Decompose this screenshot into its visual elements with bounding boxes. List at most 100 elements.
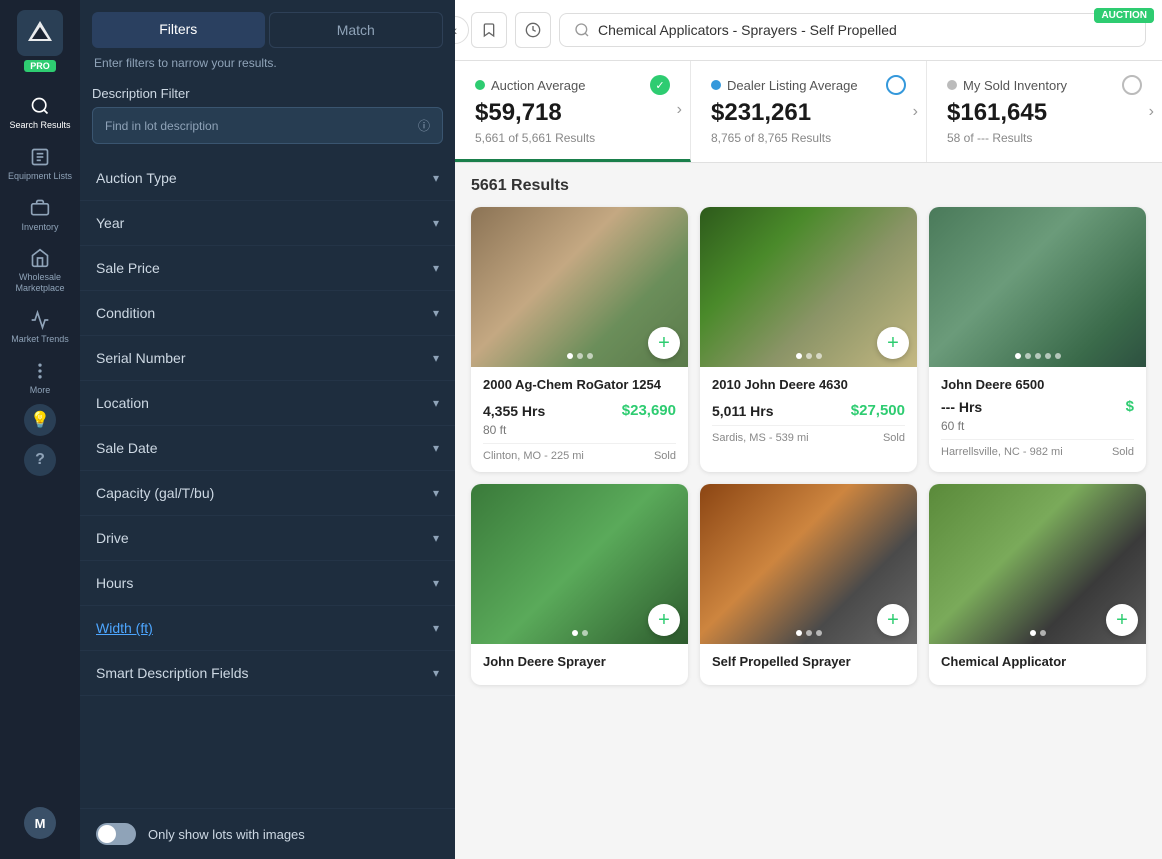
add-to-list-button[interactable]: + (877, 327, 909, 359)
filter-capacity[interactable]: Capacity (gal/T/bu) ▾ (80, 471, 455, 516)
filter-serial-number[interactable]: Serial Number ▾ (80, 336, 455, 381)
chevron-right-icon[interactable]: › (677, 101, 682, 119)
search-input-container[interactable]: Chemical Applicators - Sprayers - Self P… (559, 13, 1146, 47)
sidebar-item-inventory[interactable]: Inventory (0, 190, 80, 241)
equipment-card[interactable]: + 2000 Ag-Chem RoGator 1254 AUCTION 4,35… (471, 207, 688, 472)
equipment-card[interactable]: + 2010 John Deere 4630 AUCTION 5,011 Hrs… (700, 207, 917, 472)
dot (587, 353, 593, 359)
card-footer: Harrellsville, NC - 982 mi Sold (941, 439, 1134, 458)
metric-title: Dealer Listing Average (727, 78, 858, 93)
filter-sale-price[interactable]: Sale Price ▾ (80, 246, 455, 291)
chevron-down-icon: ▾ (433, 441, 439, 455)
add-to-list-button[interactable]: + (648, 604, 680, 636)
sidebar-item-label: More (30, 385, 51, 396)
dot-blue-icon (711, 80, 721, 90)
tab-filters[interactable]: Filters (92, 12, 265, 48)
metric-card-auction-average[interactable]: Auction Average ✓ $59,718 5,661 of 5,661… (455, 61, 691, 162)
pro-badge: PRO (24, 60, 56, 72)
add-to-list-button[interactable]: + (877, 604, 909, 636)
filter-label: Sale Date (96, 440, 157, 456)
toggle-knob (98, 825, 116, 843)
chevron-down-icon: ▾ (433, 576, 439, 590)
tab-match[interactable]: Match (269, 12, 444, 48)
card-width: 80 ft (483, 423, 676, 437)
dot-gray-icon (947, 80, 957, 90)
card-body: 2010 John Deere 4630 AUCTION 5,011 Hrs $… (700, 367, 917, 454)
chevron-down-icon: ▾ (433, 171, 439, 185)
filter-location[interactable]: Location ▾ (80, 381, 455, 426)
filter-sale-date[interactable]: Sale Date ▾ (80, 426, 455, 471)
search-icon (574, 22, 590, 38)
dot (816, 630, 822, 636)
metric-card-dealer-listing-average[interactable]: Dealer Listing Average $231,261 8,765 of… (691, 61, 927, 162)
filter-drive[interactable]: Drive ▾ (80, 516, 455, 561)
card-hours: 4,355 Hrs (483, 403, 545, 419)
check-outline-icon (886, 75, 906, 95)
help-button[interactable]: ? (24, 444, 56, 476)
description-filter-input[interactable]: Find in lot description ⓘ (92, 107, 443, 144)
filter-auction-type[interactable]: Auction Type ▾ (80, 156, 455, 201)
dot (1040, 630, 1046, 636)
chevron-down-icon: ▾ (433, 396, 439, 410)
chevron-down-icon: ▾ (433, 306, 439, 320)
sidebar-logo (17, 10, 63, 56)
avatar[interactable]: M (24, 807, 56, 839)
sidebar-item-search-results[interactable]: Search Results (0, 88, 80, 139)
card-body: John Deere 6500 --- Hrs $ 60 ft Harrells… (929, 367, 1146, 468)
add-to-list-button[interactable]: + (648, 327, 680, 359)
card-location: Clinton, MO - 225 mi (483, 450, 584, 462)
metric-card-my-sold-inventory[interactable]: My Sold Inventory $161,645 58 of --- Res… (927, 61, 1162, 162)
dot (806, 630, 812, 636)
history-button[interactable] (515, 12, 551, 48)
metric-price: $161,645 (947, 99, 1142, 127)
bookmark-button[interactable] (471, 12, 507, 48)
metric-price: $59,718 (475, 99, 670, 127)
filter-width[interactable]: Width (ft) ▾ (80, 606, 455, 651)
metric-title: My Sold Inventory (963, 78, 1067, 93)
card-title: 2010 John Deere 4630 (712, 377, 905, 392)
sidebar-item-more[interactable]: More (0, 353, 80, 404)
equipment-card[interactable]: + John Deere Sprayer (471, 484, 688, 685)
bulb-button[interactable]: 💡 (24, 404, 56, 436)
collapse-panel-button[interactable]: ‹ (455, 16, 469, 44)
dot (796, 630, 802, 636)
chevron-right-icon[interactable]: › (913, 103, 918, 121)
filter-label: Auction Type (96, 170, 177, 186)
add-to-list-button[interactable]: + (1106, 604, 1138, 636)
card-status: Sold (1112, 446, 1134, 458)
card-stats: 4,355 Hrs $23,690 (483, 402, 676, 419)
metric-header: Dealer Listing Average (711, 75, 906, 95)
equipment-card[interactable]: + Chemical Applicator (929, 484, 1146, 685)
dot (796, 353, 802, 359)
sidebar-item-wholesale-marketplace[interactable]: Wholesale Marketplace (0, 240, 80, 302)
filter-smart-description[interactable]: Smart Description Fields ▾ (80, 651, 455, 696)
card-body: Chemical Applicator (929, 644, 1146, 685)
chevron-right-icon[interactable]: › (1149, 103, 1154, 121)
sidebar-item-label: Search Results (9, 120, 70, 131)
filter-condition[interactable]: Condition ▾ (80, 291, 455, 336)
filter-year[interactable]: Year ▾ (80, 201, 455, 246)
chevron-down-icon: ▾ (433, 351, 439, 365)
card-footer: Clinton, MO - 225 mi Sold (483, 443, 676, 462)
metrics-row: Auction Average ✓ $59,718 5,661 of 5,661… (455, 61, 1162, 163)
filter-hours[interactable]: Hours ▾ (80, 561, 455, 606)
card-image-container: + (471, 484, 688, 644)
sidebar-item-equipment-lists[interactable]: Equipment Lists (0, 139, 80, 190)
results-label: Results (511, 177, 569, 194)
filter-tabs: Filters Match (80, 0, 455, 48)
dot (1045, 353, 1051, 359)
dot (1025, 353, 1031, 359)
images-only-toggle[interactable] (96, 823, 136, 845)
card-price: $23,690 (622, 402, 676, 419)
sidebar-item-label: Equipment Lists (8, 171, 72, 182)
sidebar-item-label: Inventory (21, 222, 58, 233)
card-image-container: + (700, 484, 917, 644)
check-icon: ✓ (650, 75, 670, 95)
equipment-card[interactable]: John Deere 6500 --- Hrs $ 60 ft Harrells… (929, 207, 1146, 472)
chevron-down-icon: ▾ (433, 666, 439, 680)
sidebar-item-label: Market Trends (11, 334, 69, 345)
sidebar-item-market-trends[interactable]: Market Trends (0, 302, 80, 353)
equipment-card[interactable]: + Self Propelled Sprayer (700, 484, 917, 685)
metric-sub: 5,661 of 5,661 Results (475, 131, 670, 145)
results-number: 5661 (471, 177, 507, 194)
